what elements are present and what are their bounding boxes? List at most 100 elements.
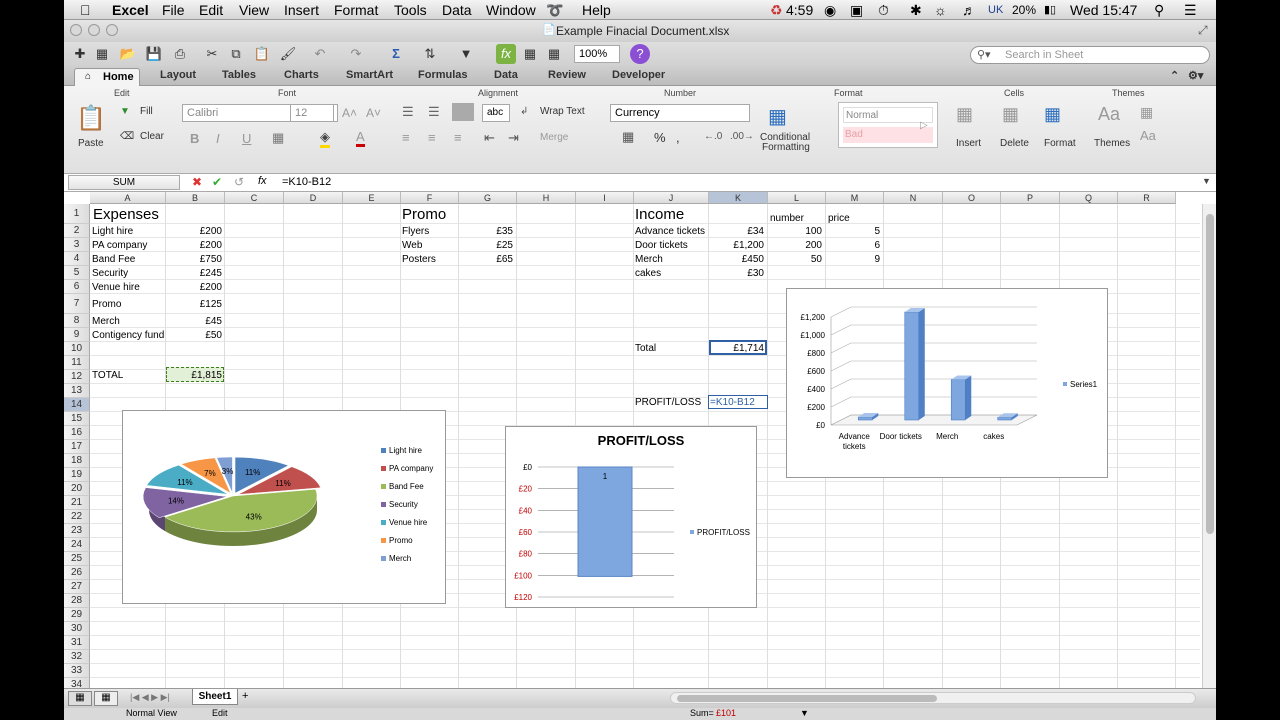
promo-item-value[interactable]: £65 [459,253,513,266]
profit-loss-formula[interactable]: =K10-B12 [710,396,755,409]
theme-fonts-icon[interactable]: Aa [1140,128,1156,143]
column-header[interactable]: E [343,192,401,204]
row-header[interactable]: 32 [64,650,90,664]
new-icon[interactable]: ✚ [70,44,90,64]
ribbon-settings-icon[interactable]: ⚙▾ [1188,69,1203,82]
expense-item-label[interactable]: Security [92,267,128,280]
menu-file[interactable]: File [162,2,185,18]
column-header[interactable]: M [826,192,884,204]
column-header[interactable]: L [768,192,826,204]
font-color-icon[interactable]: A [356,129,365,147]
expense-item-label[interactable]: Venue hire [92,281,140,294]
column-header[interactable]: P [1001,192,1060,204]
profit-loss-chart[interactable]: PROFIT/LOSS £0 £20 £40 £60 £80 £100 £120 1 PROFI… [505,426,757,608]
row-header[interactable]: 21 [64,496,90,510]
cut-icon[interactable]: ✂ [202,44,222,64]
notification-icon[interactable]: ☰ [1184,2,1197,19]
orientation-button[interactable]: abc [482,104,510,122]
row-header[interactable]: 2 [64,224,90,238]
fill-color-icon[interactable]: ◈ [320,129,330,148]
minimize-button[interactable] [88,24,100,36]
income-item-label[interactable]: Advance tickets [635,225,705,238]
total-value[interactable]: £1,815 [166,369,222,382]
expenses-pie-chart[interactable]: 11% 11% 43% 14% 11% 7% 3% Light hire PA company… [122,410,446,604]
income-item-number[interactable]: 50 [768,253,822,266]
menu-data[interactable]: Data [442,2,472,18]
vertical-scroll-thumb[interactable] [1206,214,1214,534]
bluetooth-icon[interactable]: ✱ [910,2,922,19]
clock[interactable]: Wed 15:47 [1070,2,1137,18]
income-total-value[interactable]: £1,714 [710,342,764,355]
align-left-icon[interactable]: ≡ [402,130,410,145]
expense-item-label[interactable]: PA company [92,239,147,252]
column-header[interactable]: J [634,192,709,204]
fill-button[interactable]: Fill [140,106,153,117]
battery-percent[interactable]: 20% [1012,3,1036,17]
column-header[interactable]: A [90,192,166,204]
redo-icon[interactable]: ↷ [346,44,366,64]
row-header[interactable]: 33 [64,664,90,678]
underline-button[interactable]: U [242,131,251,146]
income-item-value[interactable]: £450 [709,253,764,266]
toolbox-icon[interactable]: ▦ [544,44,564,64]
price-header[interactable]: price [828,212,850,225]
income-bar-chart[interactable]: £0 £200 £400 £600 £800 £1,000 £1,200 Advance tic… [786,288,1108,478]
screen-icon[interactable]: ▣ [850,2,863,19]
zoom-select[interactable]: 100% [574,45,620,63]
spotlight-icon[interactable]: ⚲ [1154,2,1164,19]
format-button[interactable]: Format [1044,138,1076,149]
apple-icon[interactable]:  [80,2,91,18]
increase-decimal-icon[interactable]: ←.0 [704,131,722,142]
expense-item-label[interactable]: Promo [92,298,121,311]
tab-charts[interactable]: Charts [284,69,319,81]
tab-review[interactable]: Review [548,69,586,81]
column-header[interactable]: R [1118,192,1176,204]
income-item-value[interactable]: £34 [709,225,764,238]
align-middle-icon[interactable]: ☰ [428,104,440,120]
volume-icon[interactable]: ♬ [962,2,976,18]
promo-item-label[interactable]: Posters [402,253,436,266]
row-header[interactable]: 12 [64,370,90,384]
sheet-nav-icons[interactable]: |◀ ◀ ▶ ▶| [130,692,170,703]
column-header[interactable]: N [884,192,943,204]
delete-button[interactable]: Delete [1000,138,1029,149]
collapse-ribbon-icon[interactable]: ⌃ [1170,69,1179,82]
promo-title[interactable]: Promo [402,207,446,222]
row-header[interactable]: 8 [64,314,90,328]
row-header[interactable]: 23 [64,524,90,538]
theme-colors-icon[interactable]: ▦ [1140,104,1153,121]
zoom-button[interactable] [106,24,118,36]
column-header[interactable]: G [459,192,517,204]
align-bottom-icon[interactable] [452,103,474,121]
open-icon[interactable]: 📂 [118,44,138,64]
insert-button[interactable]: Insert [956,138,981,149]
filter-icon[interactable]: ▼ [456,44,476,64]
comma-button[interactable]: , [676,130,680,145]
formatting-label[interactable]: Formatting [762,142,810,153]
fullscreen-icon[interactable]: ⤢ [1198,23,1208,38]
paste-button[interactable]: 📋 Paste [70,104,110,152]
promo-item-value[interactable]: £25 [459,239,513,252]
income-title[interactable]: Income [635,207,684,222]
income-total-label[interactable]: Total [635,342,656,355]
expense-item-value[interactable]: £200 [166,239,222,252]
row-header[interactable]: 6 [64,280,90,294]
close-button[interactable] [70,24,82,36]
tab-formulas[interactable]: Formulas [418,69,468,81]
row-header[interactable]: 16 [64,426,90,440]
paste-icon[interactable]: 📋 [252,44,272,64]
row-header[interactable]: 26 [64,566,90,580]
undo-icon[interactable]: ↶ [310,44,330,64]
formula-input[interactable]: =K10-B12 [282,176,1182,188]
tab-smartart[interactable]: SmartArt [346,69,393,81]
wifi-icon[interactable]: ☼ [934,2,947,18]
row-header[interactable]: 7 [64,294,90,314]
row-header[interactable]: 20 [64,482,90,496]
decrease-decimal-icon[interactable]: .00→ [730,131,754,142]
menu-window[interactable]: Window [486,2,536,18]
column-header[interactable]: K [709,192,768,204]
decrease-font-icon[interactable]: A˅ [366,106,381,120]
app-menu-excel[interactable]: Excel [112,2,149,18]
column-header[interactable]: I [576,192,634,204]
formula-builder-icon[interactable]: fx [496,44,516,64]
